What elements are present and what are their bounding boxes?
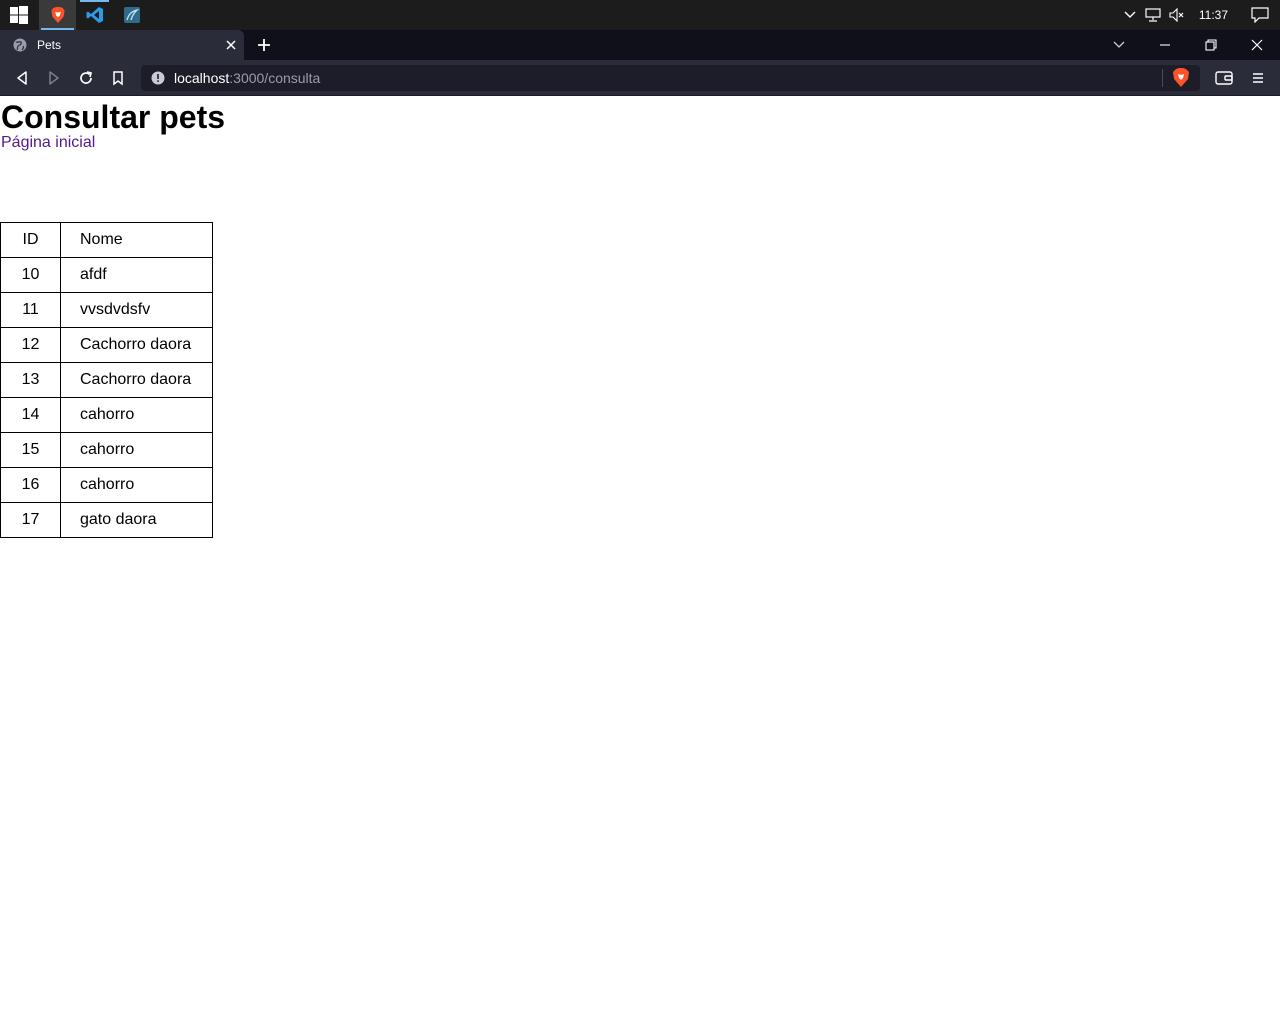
volume-muted-icon — [1169, 8, 1184, 22]
tab-pets[interactable]: Pets — [0, 30, 244, 60]
back-arrow-icon — [17, 71, 27, 85]
windows-start-button[interactable] — [0, 0, 37, 30]
cell-nome: gato daora — [60, 502, 213, 538]
url-text: localhost:3000/consulta — [174, 70, 320, 86]
globe-icon — [13, 38, 27, 52]
cell-nome: vvsdvdsfv — [60, 292, 213, 328]
taskbar-app-mysql-workbench[interactable] — [113, 0, 150, 30]
chevron-down-icon — [1113, 41, 1125, 48]
column-header-nome: Nome — [60, 222, 213, 258]
chevron-down-icon — [1124, 11, 1136, 18]
back-button[interactable] — [12, 68, 32, 88]
reload-button[interactable] — [76, 68, 96, 88]
restore-button[interactable] — [1188, 30, 1234, 60]
table-row: 10 afdf — [0, 257, 213, 293]
taskbar-app-vscode[interactable] — [76, 0, 113, 30]
minimize-button[interactable] — [1142, 30, 1188, 60]
table-row: 16 cahorro — [0, 467, 213, 503]
table-row: 11 vvsdvdsfv — [0, 292, 213, 328]
hamburger-menu-icon — [1253, 73, 1263, 83]
network-wired-icon — [1145, 8, 1161, 22]
url-path: :3000/consulta — [229, 70, 321, 86]
table-row: 14 cahorro — [0, 397, 213, 433]
plus-icon — [258, 39, 270, 51]
menu-button[interactable] — [1248, 68, 1268, 88]
table-header-row: ID Nome — [0, 222, 213, 258]
table-row: 17 gato daora — [0, 502, 213, 538]
forward-button[interactable] — [44, 68, 64, 88]
bookmark-button[interactable] — [108, 68, 128, 88]
clock[interactable]: 11:37 — [1189, 0, 1240, 30]
table-row: 13 Cachorro daora — [0, 362, 213, 398]
window-controls — [1096, 30, 1280, 60]
address-bar[interactable]: localhost:3000/consulta — [141, 65, 1200, 91]
brave-lion-icon — [50, 6, 65, 23]
show-hidden-icons-button[interactable] — [1119, 0, 1141, 30]
column-header-id: ID — [0, 222, 61, 258]
tab-search-button[interactable] — [1096, 30, 1142, 60]
bookmark-icon — [113, 70, 123, 85]
volume-button[interactable] — [1165, 0, 1189, 30]
minimize-icon — [1160, 44, 1170, 46]
brave-shields-icon[interactable] — [1172, 68, 1190, 88]
open-indicator — [80, 0, 109, 2]
page-title: Consultar pets — [1, 99, 226, 135]
cell-id: 17 — [0, 502, 61, 538]
cell-id: 11 — [0, 292, 61, 328]
wallet-button[interactable] — [1214, 68, 1234, 88]
cell-nome: afdf — [60, 257, 213, 293]
notification-center-button[interactable] — [1240, 0, 1280, 30]
tab-title: Pets — [37, 38, 62, 52]
cell-id: 10 — [0, 257, 61, 293]
close-window-button[interactable] — [1234, 30, 1280, 60]
reload-icon — [80, 71, 93, 84]
taskbar: 11:37 — [0, 0, 1280, 30]
separator — [1162, 69, 1163, 87]
cell-nome: cahorro — [60, 432, 213, 468]
cell-nome: Cachorro daora — [60, 362, 213, 398]
new-tab-button[interactable] — [254, 35, 274, 55]
tab-strip: Pets — [0, 30, 1280, 60]
vscode-icon — [86, 7, 103, 23]
windows-logo-icon — [9, 6, 28, 24]
notification-icon — [1251, 7, 1269, 23]
close-icon — [1251, 39, 1263, 51]
network-button[interactable] — [1141, 0, 1165, 30]
cell-id: 15 — [0, 432, 61, 468]
wallet-icon — [1215, 71, 1233, 85]
forward-arrow-icon — [49, 71, 59, 85]
table-row: 12 Cachorro daora — [0, 327, 213, 363]
url-host: localhost — [174, 70, 230, 86]
cell-nome: cahorro — [60, 467, 213, 503]
browser-toolbar: localhost:3000/consulta — [0, 60, 1280, 96]
mysql-workbench-icon — [123, 7, 140, 23]
page-content: Consultar pets Página inicial ID Nome 10… — [0, 97, 1280, 1024]
cell-nome: cahorro — [60, 397, 213, 433]
restore-icon — [1205, 39, 1217, 51]
system-tray: 11:37 — [1119, 0, 1280, 30]
table-row: 15 cahorro — [0, 432, 213, 468]
cell-id: 14 — [0, 397, 61, 433]
taskbar-app-brave[interactable] — [39, 0, 76, 30]
cell-id: 16 — [0, 467, 61, 503]
pets-table: ID Nome 10 afdf 11 vvsdvdsfv 12 Cachorro… — [0, 222, 213, 538]
info-icon[interactable] — [151, 71, 165, 85]
home-link[interactable]: Página inicial — [1, 134, 95, 152]
cell-nome: Cachorro daora — [60, 327, 213, 363]
cell-id: 13 — [0, 362, 61, 398]
close-icon[interactable] — [224, 38, 238, 52]
cell-id: 12 — [0, 327, 61, 363]
